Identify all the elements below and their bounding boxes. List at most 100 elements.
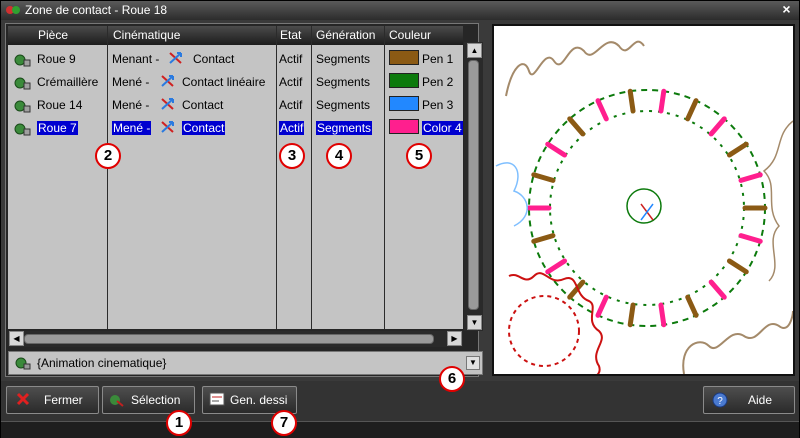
scroll-right-button[interactable]: ▶: [447, 331, 462, 346]
main-gear: [528, 89, 766, 327]
scroll-up-button[interactable]: ▲: [467, 43, 482, 58]
title-bar[interactable]: Zone de contact - Roue 18 ×: [1, 1, 799, 20]
cell-piece: Roue 7: [37, 121, 78, 135]
callout-7: 7: [271, 410, 297, 436]
cell-cin-prefix: Mené -: [112, 98, 150, 112]
gear-contact-icon: [5, 4, 21, 19]
header-piece[interactable]: Pièce: [38, 28, 68, 42]
vertical-scrollbar[interactable]: ▲ ▼: [464, 42, 483, 331]
cell-generation: Segments: [316, 121, 373, 135]
scroll-left-button[interactable]: ◀: [9, 331, 24, 346]
vertical-scroll-thumb[interactable]: [468, 60, 479, 310]
tan-gear-right: [762, 120, 794, 282]
part-icon: [14, 99, 32, 116]
scroll-down-button[interactable]: ▼: [467, 315, 482, 330]
footer-strip: [1, 421, 799, 438]
kinematic-arrows-icon: [159, 96, 177, 115]
gear-tooth-segment: [726, 141, 749, 158]
color-swatch[interactable]: [389, 119, 419, 134]
gear-tooth-segment: [531, 172, 556, 183]
color-swatch[interactable]: [389, 96, 419, 111]
table-row[interactable]: Crémaillère Mené - Contact linéaire Actif Se…: [8, 71, 463, 93]
gear-tooth-segment: [738, 172, 763, 183]
gen-dessin-label: Gen. dessi: [230, 393, 288, 407]
gear-tooth-segment: [567, 116, 586, 137]
fermer-button[interactable]: Fermer: [6, 386, 99, 414]
table-row[interactable]: Roue 9 Menant - Contact Actif Segments Pen 1: [8, 48, 463, 70]
gear-tooth-segment: [726, 258, 749, 275]
selection-label: Sélection: [131, 393, 181, 407]
horizontal-scrollbar[interactable]: ◀ ▶: [8, 331, 463, 347]
callout-5: 5: [406, 143, 432, 169]
cell-cin-prefix: Menant -: [112, 52, 160, 66]
gear-tooth-segment: [685, 98, 699, 122]
cell-etat: Actif: [279, 52, 303, 66]
red-x-icon: [16, 392, 30, 409]
cell-etat: Actif: [279, 98, 303, 112]
cell-color-name: Pen 1: [422, 52, 454, 66]
help-icon: ?: [712, 392, 728, 411]
kinematic-arrows-icon: [159, 73, 177, 92]
bottom-toolbar: Fermer Sélection Gen. dessi ? Aide: [1, 381, 799, 421]
chevron-down-icon[interactable]: ▼: [466, 356, 480, 370]
gear-tooth-segment: [545, 258, 568, 275]
cell-generation: Segments: [316, 75, 371, 89]
drawing-icon: [209, 392, 225, 409]
cell-etat: Actif: [279, 121, 305, 135]
cell-piece: Crémaillère: [37, 75, 99, 89]
part-icon: [14, 53, 32, 70]
callout-2: 2: [95, 143, 121, 169]
cell-color-name: Color 4: [422, 121, 463, 135]
cell-cin-prefix: Mené -: [112, 75, 150, 89]
cell-piece: Roue 14: [37, 98, 83, 112]
header-cinematique[interactable]: Cinématique: [113, 28, 180, 42]
animation-select-value: {Animation cinematique}: [37, 356, 167, 370]
kinematic-arrows-icon: [640, 203, 654, 221]
gear-preview-canvas[interactable]: [492, 24, 795, 392]
gear-tooth-segment: [658, 302, 667, 328]
gear-tooth-segment: [595, 98, 609, 122]
header-etat[interactable]: Etat: [280, 28, 301, 42]
cell-generation: Segments: [316, 52, 371, 66]
tan-gear-top: [505, 40, 645, 97]
part-icon: [15, 356, 31, 373]
fermer-label: Fermer: [44, 393, 83, 407]
contact-zone-window: Zone de contact - Roue 18 × Pièce Cinéma…: [0, 0, 800, 438]
gear-tooth-segment: [627, 88, 636, 114]
blue-gear: [495, 162, 528, 227]
part-icon: [14, 76, 32, 93]
animation-select[interactable]: {Animation cinematique} ▼: [8, 351, 483, 375]
center-hub: [626, 188, 662, 224]
cell-cin-prefix: Mené -: [112, 121, 152, 135]
tan-gear-bottom: [682, 310, 794, 375]
gear-tooth-segment: [531, 233, 556, 244]
close-icon[interactable]: ×: [779, 2, 794, 17]
kinematic-arrows-icon: [167, 50, 185, 69]
cell-generation: Segments: [316, 98, 371, 112]
cell-cin-type: Contact linéaire: [182, 75, 266, 89]
callout-3: 3: [279, 143, 305, 169]
gear-tooth-segment: [738, 233, 763, 244]
cell-etat: Actif: [279, 75, 303, 89]
cell-color-name: Pen 2: [422, 75, 454, 89]
horizontal-scroll-thumb[interactable]: [24, 334, 434, 344]
gear-teeth: [526, 88, 768, 328]
svg-text:?: ?: [717, 396, 723, 407]
header-couleur[interactable]: Couleur: [389, 28, 431, 42]
gear-tooth-segment: [658, 88, 667, 114]
table-row[interactable]: Roue 14 Mené - Contact Actif Segments Pen 3: [8, 94, 463, 116]
window-title: Zone de contact - Roue 18: [25, 3, 168, 17]
callout-4: 4: [326, 143, 352, 169]
header-generation[interactable]: Génération: [316, 28, 375, 42]
contact-grid[interactable]: Pièce Cinématique Etat Génération Couleu…: [8, 26, 463, 329]
table-row[interactable]: Roue 7 Mené - Contact Actif Segments Color 4: [8, 117, 463, 139]
part-icon: [14, 122, 32, 139]
gear-tooth-segment: [708, 116, 727, 137]
aide-button[interactable]: ? Aide: [703, 386, 795, 414]
color-swatch[interactable]: [389, 50, 419, 65]
selection-icon: [109, 392, 125, 411]
kinematic-arrows-icon: [159, 119, 177, 138]
color-swatch[interactable]: [389, 73, 419, 88]
gear-tooth-segment: [545, 141, 568, 158]
cell-piece: Roue 9: [37, 52, 76, 66]
